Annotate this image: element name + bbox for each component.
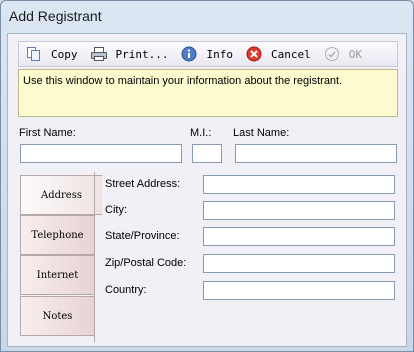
state-province-label: State/Province: [105, 230, 180, 242]
cancel-button[interactable]: Cancel [239, 43, 317, 65]
tab-internet[interactable]: Internet [20, 255, 95, 295]
first-name-field[interactable] [20, 144, 182, 163]
ok-icon [323, 45, 341, 63]
tab-notes[interactable]: Notes [20, 296, 95, 336]
country-label: Country: [105, 284, 147, 296]
printer-icon [90, 45, 108, 63]
last-name-field[interactable] [235, 144, 397, 163]
city-label: City: [105, 204, 127, 216]
country-field[interactable] [203, 281, 395, 300]
cancel-label: Cancel [270, 47, 311, 61]
dialog-body: Copy Print... Info Cancel OK Use this wi… [7, 33, 407, 347]
print-label: Print... [115, 47, 169, 61]
last-name-label: Last Name: [233, 127, 290, 139]
street-address-field[interactable] [203, 175, 395, 194]
tab-telephone[interactable]: Telephone [20, 215, 95, 255]
middle-initial-field[interactable] [192, 144, 222, 163]
state-province-field[interactable] [203, 227, 395, 246]
ok-label: OK [348, 47, 362, 61]
add-registrant-window: Add Registrant Copy Print... Info Cancel… [0, 0, 414, 352]
zip-postal-code-field[interactable] [203, 254, 395, 273]
tab-address[interactable]: Address [20, 175, 102, 215]
info-message: Use this window to maintain your informa… [18, 69, 398, 117]
first-name-label: First Name: [19, 127, 76, 139]
section-tabs: Address Telephone Internet Notes [20, 175, 102, 337]
zip-postal-code-label: Zip/Postal Code: [105, 257, 187, 269]
toolbar: Copy Print... Info Cancel OK [18, 41, 398, 67]
address-panel: Street Address: City: State/Province: Zi… [94, 172, 400, 342]
info-label: Info [206, 47, 233, 61]
window-title: Add Registrant [9, 8, 102, 24]
street-address-label: Street Address: [105, 178, 181, 190]
middle-initial-label: M.I.: [190, 127, 212, 139]
info-button[interactable]: Info [174, 43, 239, 65]
print-button[interactable]: Print... [84, 43, 175, 65]
copy-button[interactable]: Copy [19, 43, 84, 65]
info-icon [180, 45, 198, 63]
copy-label: Copy [51, 47, 78, 61]
city-field[interactable] [203, 201, 395, 220]
copy-icon [25, 45, 43, 63]
cancel-icon [245, 45, 263, 63]
ok-button[interactable]: OK [317, 43, 368, 65]
